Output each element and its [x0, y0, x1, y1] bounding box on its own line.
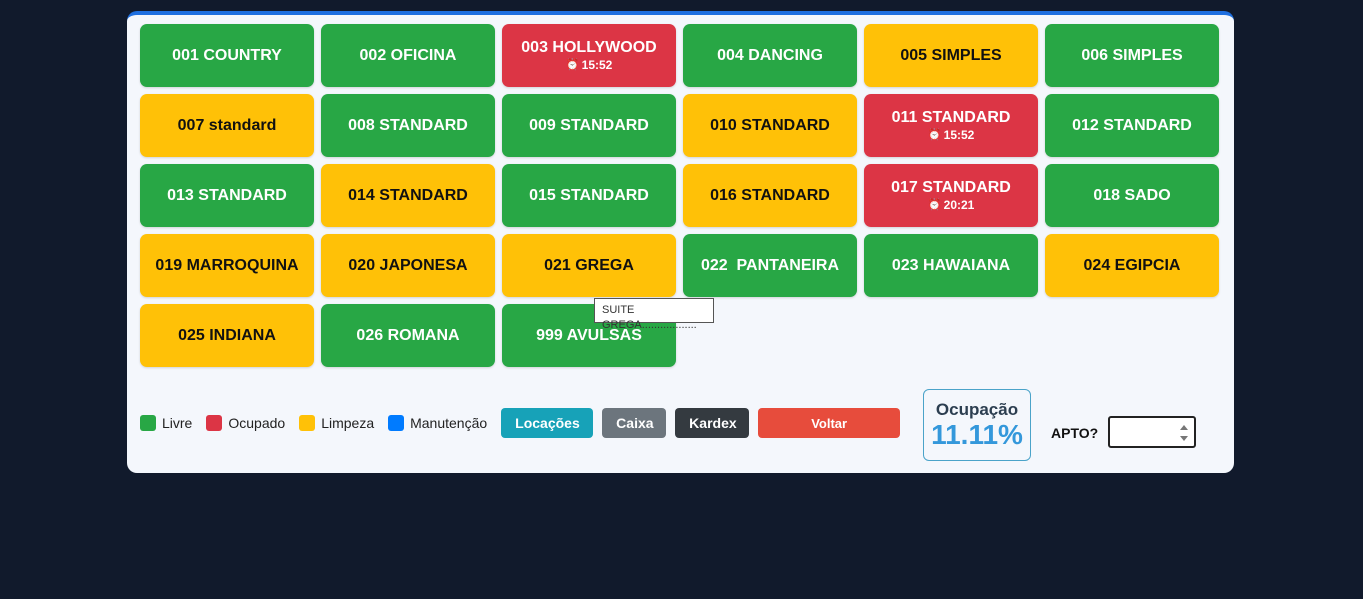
room-label: 010 STANDARD: [710, 116, 830, 134]
room-label: 014 STANDARD: [348, 186, 468, 204]
alarm-clock-icon: ⏰: [927, 129, 942, 141]
room-label: 006 SIMPLES: [1081, 46, 1183, 64]
room-button[interactable]: 015 STANDARD: [502, 164, 676, 227]
alarm-clock-icon: ⏰: [565, 59, 580, 71]
room-button[interactable]: 010 STANDARD: [683, 94, 857, 157]
room-label: 012 STANDARD: [1072, 116, 1192, 134]
room-button[interactable]: 013 STANDARD: [140, 164, 314, 227]
legend-limpeza-swatch: [299, 415, 316, 431]
ocupacao-box: Ocupação 11.11%: [923, 389, 1031, 461]
footer-bar: Livre Ocupado Limpeza Manutenção Locaçõe…: [140, 408, 909, 438]
room-button[interactable]: 001 COUNTRY: [140, 24, 314, 87]
legend-livre: Livre: [140, 415, 192, 431]
room-button[interactable]: 020 JAPONESA: [321, 234, 495, 297]
room-button[interactable]: 011 STANDARD ⏰ 15:52: [864, 94, 1038, 157]
room-label: 018 SADO: [1093, 186, 1171, 204]
room-label: 026 ROMANA: [356, 326, 460, 344]
legend-limpeza-label: Limpeza: [321, 415, 375, 431]
legend-manutencao: Manutenção: [388, 415, 487, 431]
legend-manutencao-swatch: [388, 415, 405, 431]
room-label: 005 SIMPLES: [900, 46, 1002, 64]
room-button[interactable]: 017 STANDARD ⏰ 20:21: [864, 164, 1038, 227]
room-label: 013 STANDARD: [167, 186, 287, 204]
room-button[interactable]: 003 HOLLYWOOD ⏰ 15:52: [502, 24, 676, 87]
room-label: 007 standard: [177, 116, 277, 134]
room-button[interactable]: 002 OFICINA: [321, 24, 495, 87]
room-button[interactable]: 009 STANDARD: [502, 94, 676, 157]
rooms-panel: 001 COUNTRY 002 OFICINA 003 HOLLYWOOD ⏰ 15:5…: [127, 11, 1234, 473]
room-label: 011 STANDARD: [891, 109, 1011, 126]
room-label: 025 INDIANA: [178, 326, 276, 344]
room-button[interactable]: 005 SIMPLES: [864, 24, 1038, 87]
legend-ocupado-label: Ocupado: [228, 415, 286, 431]
room-button[interactable]: 007 standard: [140, 94, 314, 157]
legend-livre-swatch: [140, 415, 156, 431]
ocupacao-label: Ocupação: [935, 400, 1019, 419]
ocupacao-value: 11.11%: [931, 419, 1023, 450]
apto-number-input[interactable]: [1108, 416, 1196, 448]
room-time: ⏰ 15:52: [566, 58, 613, 72]
room-label: 024 EGIPCIA: [1083, 256, 1181, 274]
legend-limpeza: Limpeza: [299, 415, 374, 431]
room-time: ⏰ 15:52: [928, 128, 975, 142]
legend-ocupado-swatch: [206, 415, 223, 431]
room-time-value: 15:52: [581, 58, 613, 72]
room-button[interactable]: 026 ROMANA: [321, 304, 495, 367]
apto-spinner[interactable]: [1180, 425, 1188, 441]
room-label: 022 PANTANEIRA: [700, 256, 840, 274]
caixa-button[interactable]: Caixa: [602, 408, 667, 438]
room-button[interactable]: 025 INDIANA: [140, 304, 314, 367]
room-button[interactable]: 014 STANDARD: [321, 164, 495, 227]
room-label: 023 HAWAIANA: [891, 256, 1011, 274]
room-button[interactable]: 008 STANDARD: [321, 94, 495, 157]
room-label: 003 HOLLYWOOD: [521, 39, 657, 56]
room-label: 004 DANCING: [717, 46, 823, 64]
room-label: 020 JAPONESA: [348, 256, 468, 274]
room-time-value: 20:21: [943, 198, 975, 212]
spin-up-icon[interactable]: [1180, 425, 1188, 430]
room-label: 021 GREGA: [544, 256, 634, 274]
legend-ocupado: Ocupado: [206, 415, 285, 431]
room-label: 001 COUNTRY: [172, 46, 282, 64]
room-tooltip: SUITE GREGA..................: [594, 298, 714, 331]
room-label: 002 OFICINA: [359, 46, 457, 64]
alarm-clock-icon: ⏰: [927, 199, 942, 211]
room-label: 016 STANDARD: [710, 186, 830, 204]
room-button[interactable]: 016 STANDARD: [683, 164, 857, 227]
room-time-value: 15:52: [943, 128, 975, 142]
room-label: 009 STANDARD: [529, 116, 649, 134]
room-button[interactable]: 019 MARROQUINA: [140, 234, 314, 297]
room-label: 017 STANDARD: [891, 179, 1011, 196]
room-label: 008 STANDARD: [348, 116, 468, 134]
room-button[interactable]: 024 EGIPCIA: [1045, 234, 1219, 297]
room-button[interactable]: 004 DANCING: [683, 24, 857, 87]
room-button[interactable]: 018 SADO: [1045, 164, 1219, 227]
room-label: 015 STANDARD: [529, 186, 649, 204]
legend-livre-label: Livre: [162, 415, 193, 431]
room-time: ⏰ 20:21: [928, 198, 975, 212]
room-button[interactable]: 006 SIMPLES: [1045, 24, 1219, 87]
room-button[interactable]: 022 PANTANEIRA: [683, 234, 857, 297]
kardex-button[interactable]: Kardex: [675, 408, 750, 438]
locacoes-button[interactable]: Locações: [501, 408, 594, 438]
spin-down-icon[interactable]: [1180, 436, 1188, 441]
legend-manutencao-label: Manutenção: [410, 415, 488, 431]
room-button[interactable]: 023 HAWAIANA: [864, 234, 1038, 297]
voltar-button[interactable]: Voltar: [758, 408, 901, 438]
room-button[interactable]: 021 GREGA: [502, 234, 676, 297]
room-button[interactable]: 012 STANDARD: [1045, 94, 1219, 157]
room-label: 019 MARROQUINA: [155, 256, 299, 274]
apto-label: APTO?: [1051, 425, 1099, 441]
